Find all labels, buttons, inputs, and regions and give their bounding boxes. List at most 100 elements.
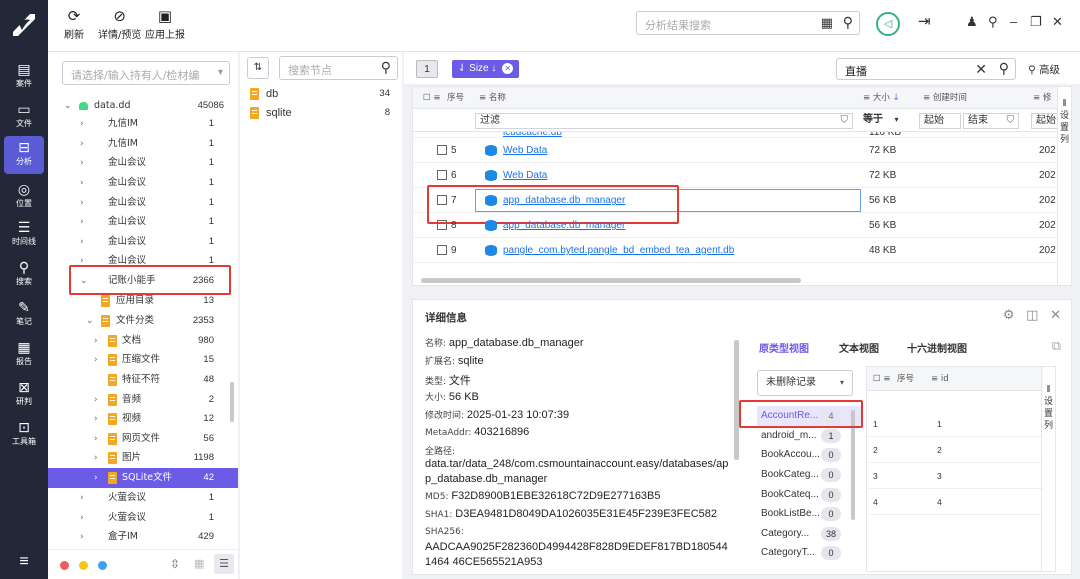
col-ctime[interactable]: ≡ 创建时间 <box>923 87 967 109</box>
grid-view-icon[interactable]: ▦ <box>194 557 204 570</box>
export-icon[interactable]: ⇥ <box>918 12 931 30</box>
keyword-search-input[interactable]: 直播 ✕ ⚲ <box>836 58 1016 80</box>
record-row[interactable]: 33 <box>867 463 1043 489</box>
table-row[interactable]: 8 app_database.db_manager 56 KB 202 <box>413 213 1058 238</box>
chevron-right-icon[interactable]: › <box>94 350 98 370</box>
name-filter-input[interactable]: 过滤 ⛉ <box>475 113 853 129</box>
chevron-down-icon[interactable]: ⌄ <box>86 311 94 331</box>
rail-file[interactable]: ▭ 文件 <box>0 98 48 136</box>
select-all-checkbox[interactable]: ☐ ≡ <box>873 367 890 391</box>
db-table-item[interactable]: Category... 38 <box>757 524 861 544</box>
chevron-right-icon[interactable]: › <box>80 153 84 173</box>
record-row[interactable]: 44 <box>867 489 1043 515</box>
split-view-icon[interactable]: ◫ <box>1026 307 1038 322</box>
tree-item-sqlite-selected[interactable]: › SQLite文件 42 <box>48 468 238 488</box>
search-icon[interactable]: ⚲ <box>999 60 1009 77</box>
chevron-right-icon[interactable]: › <box>80 527 84 547</box>
minimize-icon[interactable]: – <box>1010 14 1017 29</box>
maximize-icon[interactable]: ❐ <box>1030 14 1042 30</box>
tree-item[interactable]: › 盒子IM 429 <box>48 527 238 547</box>
db-table-item[interactable]: BookListBe... 0 <box>757 504 861 524</box>
row-checkbox[interactable] <box>437 220 447 230</box>
chevron-right-icon[interactable]: › <box>94 468 98 488</box>
rail-case[interactable]: ▤ 案件 <box>0 58 48 96</box>
pin-icon[interactable]: ⚲ <box>988 14 998 30</box>
db-table-item[interactable]: BookCateg... 0 <box>757 465 861 485</box>
tree-item[interactable]: ⌄ 文件分类 2353 <box>48 311 238 331</box>
blue-dot-icon[interactable] <box>98 561 107 570</box>
tree-item[interactable]: › 音频 2 <box>48 390 238 410</box>
view-toggle-icon[interactable]: 1 <box>416 60 438 78</box>
col-no[interactable]: 序号 <box>897 367 914 391</box>
list-view-icon[interactable]: ☰ <box>214 554 234 574</box>
tab-text-view[interactable]: 文本视图 <box>839 340 879 355</box>
row-checkbox[interactable] <box>437 145 447 155</box>
db-table-item[interactable]: CategoryT... 0 <box>757 543 861 563</box>
search-icon[interactable]: ⚲ <box>843 14 853 31</box>
chevron-right-icon[interactable]: › <box>80 173 84 193</box>
tree-item[interactable]: › 九信IM 1 <box>48 134 238 154</box>
tab-raw-view[interactable]: 原类型视图 <box>759 340 809 355</box>
select-all-checkbox[interactable]: ☐ ≡ <box>423 87 440 109</box>
chevron-right-icon[interactable]: › <box>80 508 84 528</box>
tree-item[interactable]: › 火萤会议 1 <box>48 508 238 528</box>
node-search-input[interactable]: 搜索节点 ⚲ <box>279 56 398 80</box>
chevron-right-icon[interactable]: › <box>94 331 98 351</box>
settings-icon[interactable]: ⚙ <box>1003 307 1015 322</box>
detail-preview-button[interactable]: ⊘ 详情/预览 <box>98 6 141 41</box>
tree-item[interactable]: › 视频 12 <box>48 409 238 429</box>
rail-analysis[interactable]: ⊟ 分析 <box>4 136 44 174</box>
ctime-start-input[interactable]: 起始 <box>919 113 961 129</box>
chevron-right-icon[interactable]: › <box>94 390 98 410</box>
chevron-right-icon[interactable]: › <box>94 429 98 449</box>
db-table-item[interactable]: BookCateq... 0 <box>757 485 861 505</box>
tree-item[interactable]: › 金山会议 1 <box>48 153 238 173</box>
popout-icon[interactable]: ⧉ <box>1052 338 1061 354</box>
rail-notes[interactable]: ✎ 笔记 <box>0 296 48 334</box>
user-icon[interactable]: ♟ <box>966 14 978 30</box>
navigate-icon[interactable]: ◁ <box>876 12 900 36</box>
rail-timeline[interactable]: ☰ 时间线 <box>0 216 48 254</box>
size-operator-select[interactable]: 等于 ▾ <box>859 113 915 129</box>
tree-item[interactable]: › 压缩文件 15 <box>48 350 238 370</box>
rail-location[interactable]: ◎ 位置 <box>0 178 48 216</box>
chevron-right-icon[interactable]: › <box>94 448 98 468</box>
search-icon[interactable]: ⚲ <box>381 59 391 76</box>
close-chip-icon[interactable]: ✕ <box>502 63 514 74</box>
row-checkbox[interactable] <box>437 170 447 180</box>
table-row[interactable]: 5 Web Data 72 KB 202 <box>413 138 1058 163</box>
tab-hex-view[interactable]: 十六进制视图 <box>907 340 967 355</box>
chevron-right-icon[interactable]: › <box>80 134 84 154</box>
tree-item[interactable]: › 网页文件 56 <box>48 429 238 449</box>
chevron-right-icon[interactable]: › <box>80 232 84 252</box>
chevron-right-icon[interactable]: › <box>80 488 84 508</box>
node-item-db[interactable]: db 34 <box>240 84 402 104</box>
red-dot-icon[interactable] <box>60 561 69 570</box>
row-checkbox[interactable] <box>437 245 447 255</box>
filter-icon[interactable]: ⛉ <box>1007 114 1015 128</box>
chevron-right-icon[interactable]: › <box>80 193 84 213</box>
col-name[interactable]: ≡ 名称 <box>479 87 506 109</box>
filter-icon[interactable]: ⛉ <box>841 114 849 128</box>
tree-item[interactable]: › 文档 980 <box>48 331 238 351</box>
chevron-right-icon[interactable]: › <box>80 114 84 134</box>
chevron-down-icon[interactable]: ⌄ <box>64 96 72 116</box>
node-item-sqlite[interactable]: sqlite 8 <box>240 103 402 123</box>
column-settings-button[interactable]: ⦀ 设置列 <box>1041 367 1055 571</box>
clear-icon[interactable]: ✕ <box>975 61 987 78</box>
tree-item[interactable]: 特征不符 48 <box>48 370 238 390</box>
advanced-search-button[interactable]: ⚲ 高级 <box>1028 62 1060 77</box>
record-row[interactable]: 11 <box>867 411 1043 437</box>
db-table-item[interactable]: android_m... 1 <box>757 426 861 446</box>
chevron-right-icon[interactable]: › <box>80 212 84 232</box>
record-type-select[interactable]: 未删除记录 ▾ <box>757 370 853 396</box>
col-id[interactable]: ≡ id <box>931 367 949 391</box>
chevron-right-icon[interactable]: › <box>94 409 98 429</box>
tree-item[interactable]: › 金山会议 1 <box>48 232 238 252</box>
refresh-button[interactable]: ⟳ 刷新 <box>64 6 84 41</box>
result-search-input[interactable]: 分析结果搜索 ▦ ⚲ <box>636 11 860 35</box>
rail-toolbox[interactable]: ⊡ 工具箱 <box>0 416 48 454</box>
collapse-icon[interactable]: ⇳ <box>170 557 180 571</box>
record-row[interactable]: 22 <box>867 437 1043 463</box>
ctime-end-input[interactable]: 结束 ⛉ <box>963 113 1019 129</box>
